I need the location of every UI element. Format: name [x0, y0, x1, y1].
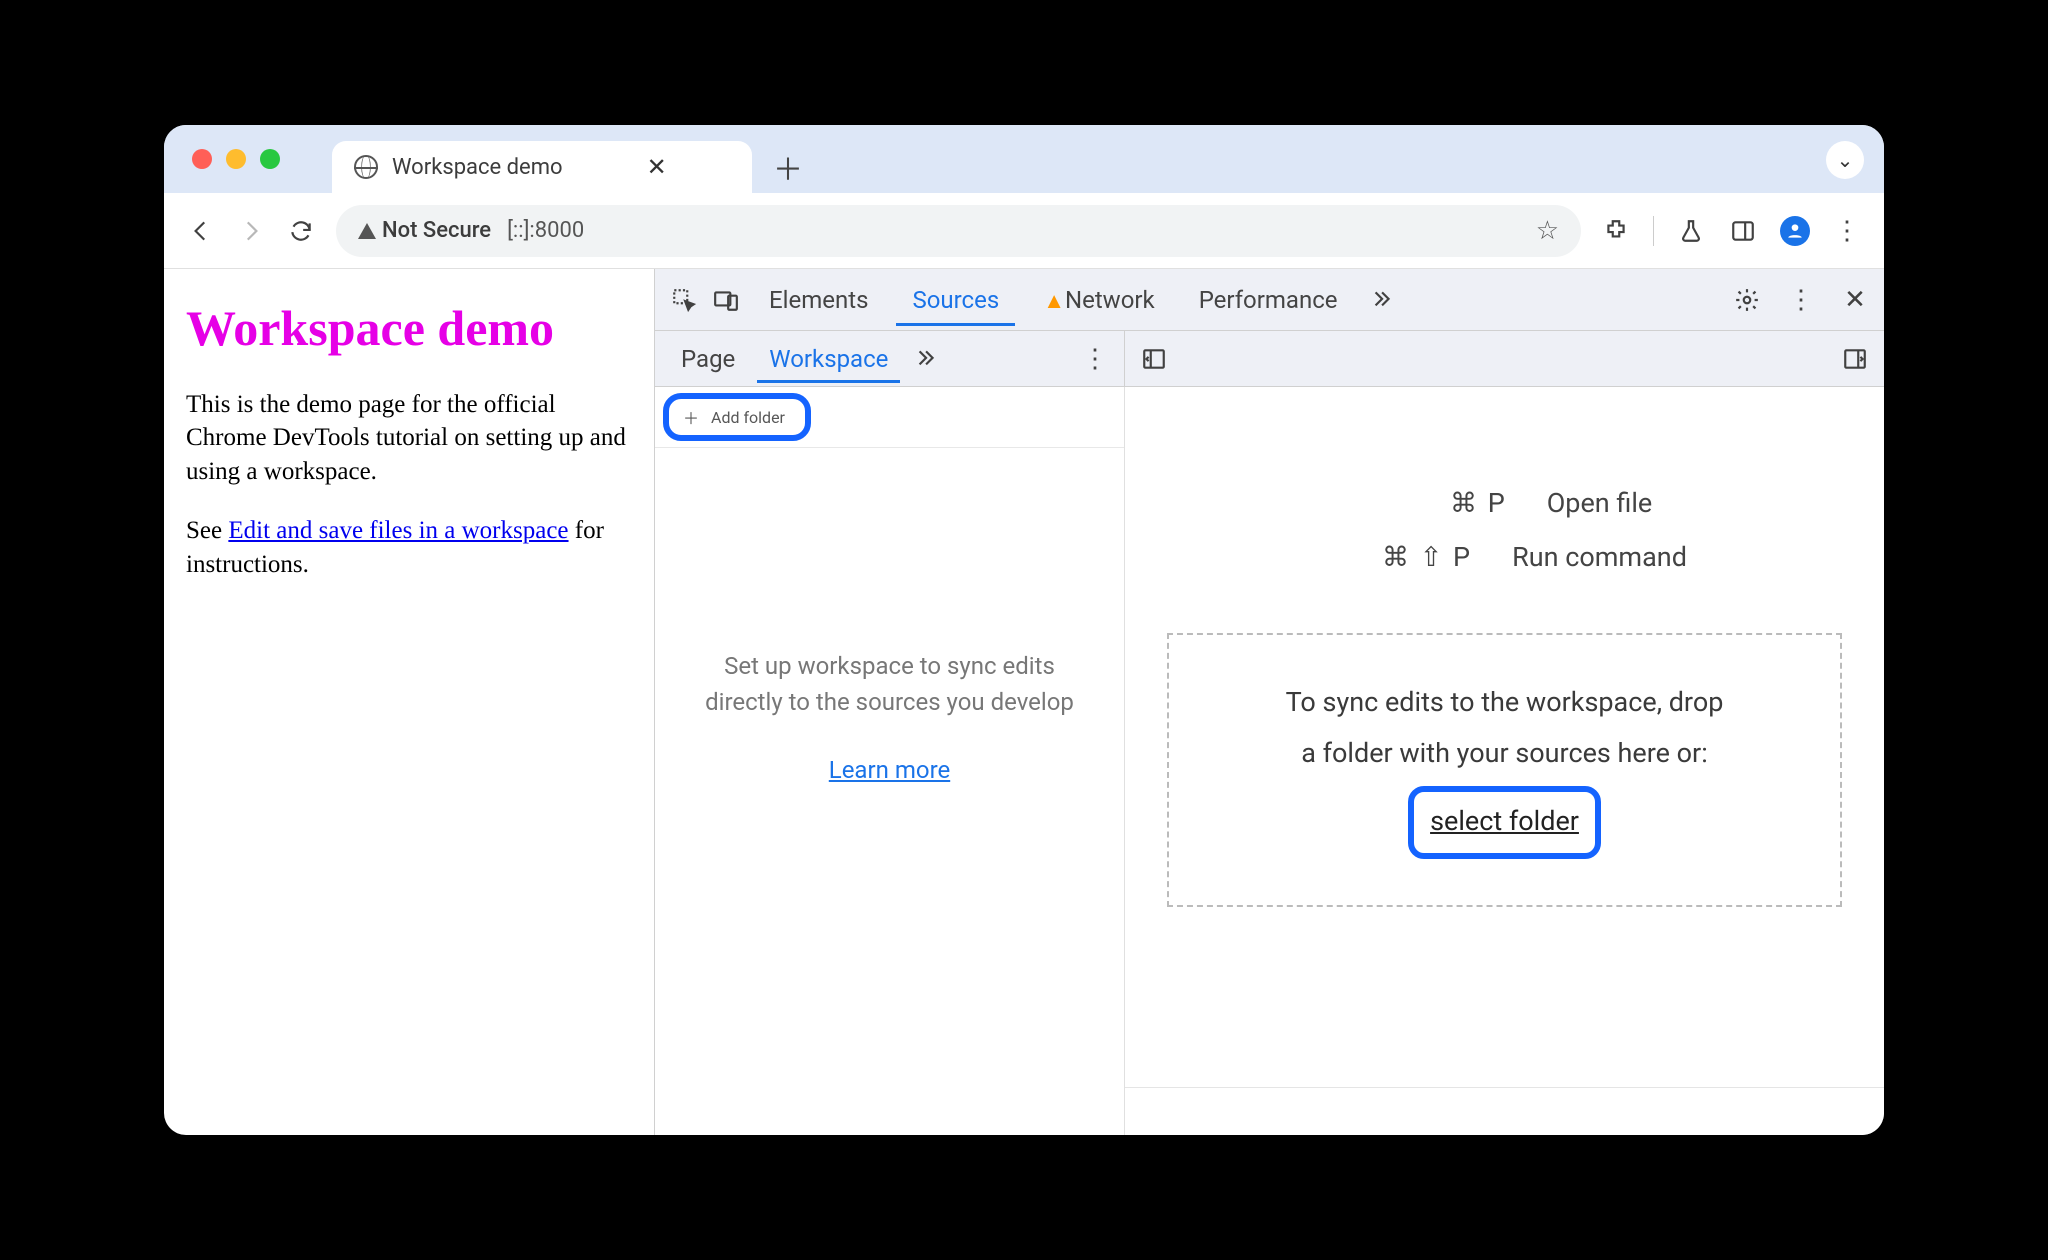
more-tabs-icon[interactable] — [1366, 285, 1396, 315]
page-paragraph-2: See Edit and save files in a workspace f… — [186, 514, 636, 582]
security-badge[interactable]: Not Secure — [358, 218, 491, 243]
tab-network-label: Network — [1065, 286, 1155, 314]
extensions-icon[interactable] — [1601, 216, 1631, 246]
tabs-menu-button[interactable]: ⌄ — [1826, 141, 1864, 179]
profile-avatar[interactable] — [1780, 216, 1810, 246]
toggle-navigator-icon[interactable] — [1139, 344, 1169, 374]
subtabs-overflow-icon[interactable] — [910, 344, 940, 374]
tab-performance[interactable]: Performance — [1183, 274, 1354, 326]
inspect-icon[interactable] — [669, 285, 699, 315]
plus-icon: ＋ — [683, 405, 699, 429]
subtab-page[interactable]: Page — [669, 335, 747, 383]
page-paragraph-1: This is the demo page for the official C… — [186, 388, 636, 489]
hint-text: Set up workspace to sync edits directly … — [687, 648, 1092, 720]
close-window-button[interactable] — [192, 149, 212, 169]
security-label: Not Secure — [382, 218, 491, 243]
devtools-menu-icon[interactable]: ⋮ — [1786, 285, 1816, 315]
shortcut-keys: ⌘ ⇧ P — [1322, 541, 1472, 573]
minimize-window-button[interactable] — [226, 149, 246, 169]
toolbar-right: ⋮ — [1601, 216, 1862, 246]
text: See — [186, 517, 228, 544]
shortcut-label: Open file — [1547, 487, 1653, 519]
workspace-dropzone[interactable]: To sync edits to the workspace, drop a f… — [1167, 633, 1842, 907]
warning-icon — [358, 223, 376, 239]
shortcut-keys: ⌘ P — [1357, 487, 1507, 519]
page-link[interactable]: Edit and save files in a workspace — [228, 517, 568, 544]
sources-subtabs: Page Workspace ⋮ — [655, 331, 1884, 387]
tab-sources[interactable]: Sources — [896, 274, 1015, 326]
new-tab-button[interactable]: ＋ — [766, 145, 810, 189]
device-toolbar-icon[interactable] — [711, 285, 741, 315]
navigator-hint: Set up workspace to sync edits directly … — [655, 648, 1124, 788]
chrome-menu-icon[interactable]: ⋮ — [1832, 216, 1862, 246]
toggle-debugger-icon[interactable] — [1840, 344, 1870, 374]
browser-window: Workspace demo ✕ ＋ ⌄ Not Secure [::]:800… — [164, 125, 1884, 1135]
shortcut-label: Run command — [1512, 541, 1687, 573]
learn-more-link[interactable]: Learn more — [687, 752, 1092, 788]
side-panel-icon[interactable] — [1728, 216, 1758, 246]
globe-icon — [354, 155, 378, 179]
close-tab-button[interactable]: ✕ — [647, 153, 667, 181]
page-viewport: Workspace demo This is the demo page for… — [164, 269, 654, 1135]
subtab-workspace[interactable]: Workspace — [757, 335, 900, 383]
bookmark-icon[interactable]: ☆ — [1536, 216, 1559, 246]
warning-icon: ▲ — [1043, 289, 1065, 314]
close-devtools-icon[interactable]: ✕ — [1840, 285, 1870, 315]
tab-title: Workspace demo — [392, 155, 563, 180]
settings-icon[interactable] — [1732, 285, 1762, 315]
editor-pane: ⌘ P Open file ⌘ ⇧ P Run command To sync … — [1125, 387, 1884, 1135]
drop-text: a folder with your sources here or: — [1209, 728, 1800, 779]
select-folder-button[interactable]: select folder — [1408, 786, 1601, 859]
browser-tab[interactable]: Workspace demo ✕ — [332, 141, 752, 193]
labs-icon[interactable] — [1676, 216, 1706, 246]
window-controls — [192, 149, 280, 169]
url-text: [::]:8000 — [507, 218, 584, 243]
navigator-pane: ＋ Add folder Set up workspace to sync ed… — [655, 387, 1125, 1135]
drop-text: To sync edits to the workspace, drop — [1209, 677, 1800, 728]
address-bar[interactable]: Not Secure [::]:8000 ☆ — [336, 205, 1581, 257]
back-button[interactable] — [186, 216, 216, 246]
devtools-tabbar: Elements Sources ▲ Network Performance ⋮… — [655, 269, 1884, 331]
add-folder-button[interactable]: ＋ Add folder — [663, 393, 811, 441]
tab-elements[interactable]: Elements — [753, 274, 884, 326]
sources-main: ＋ Add folder Set up workspace to sync ed… — [655, 387, 1884, 1135]
tab-strip: Workspace demo ✕ ＋ ⌄ — [164, 125, 1884, 193]
tab-network[interactable]: ▲ Network — [1027, 274, 1170, 326]
navigator-menu-icon[interactable]: ⋮ — [1080, 344, 1110, 374]
browser-toolbar: Not Secure [::]:8000 ☆ ⋮ — [164, 193, 1884, 269]
page-heading: Workspace demo — [186, 295, 636, 363]
editor-footer — [1125, 1087, 1884, 1135]
shortcuts-hint: ⌘ P Open file ⌘ ⇧ P Run command — [1125, 487, 1884, 573]
select-folder-label: select folder — [1430, 805, 1579, 837]
reload-button[interactable] — [286, 216, 316, 246]
forward-button[interactable] — [236, 216, 266, 246]
maximize-window-button[interactable] — [260, 149, 280, 169]
add-folder-label: Add folder — [711, 408, 785, 427]
divider — [1653, 216, 1654, 246]
devtools-panel: Elements Sources ▲ Network Performance ⋮… — [654, 269, 1884, 1135]
content-area: Workspace demo This is the demo page for… — [164, 269, 1884, 1135]
